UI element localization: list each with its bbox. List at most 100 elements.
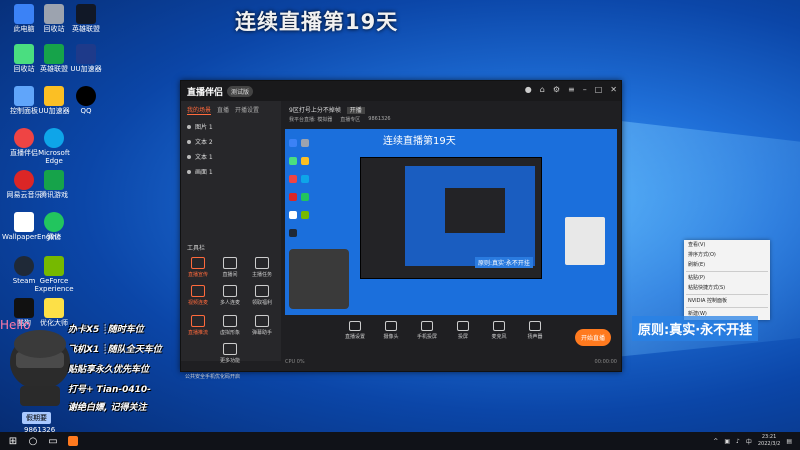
eye-icon[interactable] bbox=[187, 124, 191, 129]
desktop-icon[interactable]: GeForce Experience bbox=[32, 254, 76, 298]
preview-canvas[interactable]: 连续直播第19天 原则:真实·永不开挂 bbox=[285, 129, 617, 315]
tool-button[interactable]: 领取福利 bbox=[247, 285, 277, 306]
mini-icon bbox=[301, 193, 309, 201]
wechat-icon bbox=[44, 212, 64, 232]
microphone-icon bbox=[493, 321, 505, 331]
nested-canvas bbox=[405, 166, 535, 266]
settings-icon[interactable]: ⚙ bbox=[553, 85, 560, 94]
overlay-line: 飞机X1 ┊随队全天车位 bbox=[68, 345, 162, 355]
speaker-button[interactable]: 扬声器 bbox=[525, 319, 545, 340]
tab-scene[interactable]: 我的场景 bbox=[187, 105, 212, 115]
layer-item[interactable]: 图片 1 bbox=[181, 119, 281, 134]
notification-icon[interactable]: ▤ bbox=[786, 438, 792, 445]
control-panel-icon bbox=[14, 86, 34, 106]
tool-button[interactable]: 直播宣传 bbox=[183, 257, 213, 278]
tool-button[interactable]: 主播任务 bbox=[247, 257, 277, 278]
document-icon bbox=[14, 212, 34, 232]
nvidia-icon bbox=[44, 256, 64, 276]
overlay-line: 谢绝白嫖, 记得关注 bbox=[68, 403, 147, 413]
start-live-button[interactable]: 开始直播 bbox=[575, 329, 612, 346]
streamer-nickname: 假期要 bbox=[22, 412, 51, 424]
tab-settings[interactable]: 开播设置 bbox=[235, 105, 259, 115]
task-view-icon[interactable]: ▭ bbox=[46, 434, 60, 448]
stream-title-overlay: 连续直播第19天 bbox=[235, 10, 399, 34]
canvas-title: 连续直播第19天 bbox=[383, 136, 456, 147]
menu-item[interactable]: 查看(V) bbox=[684, 240, 770, 250]
chevron-up-icon[interactable]: ^ bbox=[713, 438, 718, 445]
desktop-icon[interactable]: Microsoft Edge bbox=[32, 126, 76, 170]
close-icon[interactable]: ✕ bbox=[610, 85, 617, 94]
ime-indicator[interactable]: 中 bbox=[746, 437, 752, 446]
eye-icon[interactable] bbox=[187, 154, 191, 159]
edge-icon bbox=[44, 128, 64, 148]
preview-title: 9区打号上分不掉帧 开播 bbox=[289, 105, 365, 114]
menu-icon[interactable]: ≡ bbox=[568, 85, 575, 94]
search-icon[interactable]: ○ bbox=[26, 434, 40, 448]
volume-icon[interactable]: ♪ bbox=[736, 438, 740, 445]
preview-badge[interactable]: 开播 bbox=[346, 107, 365, 114]
windows-start-icon[interactable]: ⊞ bbox=[6, 434, 20, 448]
tool-button[interactable]: 直播间 bbox=[215, 257, 245, 278]
minimize-icon[interactable]: – bbox=[583, 85, 587, 94]
preview-meta: 我平台直播: 模拟器 直播专区 9861326 bbox=[289, 116, 391, 123]
desktop-icon[interactable]: UU加速器 bbox=[64, 42, 108, 86]
mini-icon bbox=[289, 193, 297, 201]
canvas-principle-badge: 原则:真实·永不开挂 bbox=[475, 257, 533, 268]
tool-button[interactable]: 视频连麦 bbox=[183, 285, 213, 306]
menu-item[interactable]: 排序方式(O) bbox=[684, 250, 770, 260]
layer-item[interactable]: 文本 2 bbox=[181, 134, 281, 149]
app-icon bbox=[14, 298, 34, 318]
gift-icon[interactable]: ⌂ bbox=[540, 85, 545, 94]
divider bbox=[686, 271, 768, 272]
tools-title: 工具栏 bbox=[187, 245, 206, 252]
microphone-button[interactable]: 麦克风 bbox=[489, 319, 509, 340]
menu-item[interactable]: 粘贴快捷方式(S) bbox=[684, 283, 770, 293]
more-icon bbox=[223, 343, 237, 355]
desktop-icon[interactable]: 微信 bbox=[32, 210, 76, 254]
avatar-icon[interactable]: ● bbox=[525, 85, 532, 94]
live-app-taskbar-icon[interactable] bbox=[66, 434, 80, 448]
window-controls: ● ⌂ ⚙ ≡ – □ ✕ bbox=[525, 85, 617, 94]
multi-link-icon bbox=[223, 285, 237, 297]
tool-button[interactable]: 多人连麦 bbox=[215, 285, 245, 306]
desktop-icon[interactable]: 英雄联盟 bbox=[64, 2, 108, 46]
app-icon bbox=[44, 86, 64, 106]
principle-banner: 原则:真实·永不开挂 bbox=[632, 316, 759, 341]
live-settings-button[interactable]: 直播设置 bbox=[345, 319, 365, 340]
eye-icon[interactable] bbox=[187, 169, 191, 174]
tab-live[interactable]: 直播 bbox=[217, 105, 229, 115]
menu-item[interactable]: NVIDIA 控制面板 bbox=[684, 296, 770, 306]
promo-icon bbox=[191, 257, 205, 269]
app-logo: 直播伴侣 bbox=[187, 87, 224, 98]
tool-button[interactable]: 更多功能 bbox=[215, 343, 245, 364]
tool-button[interactable]: 弹幕助手 bbox=[247, 315, 277, 336]
phone-cast-button[interactable]: 手机投屏 bbox=[417, 319, 437, 340]
bottom-toolbar: 直播设置 摄像头 手机投屏 投屏 麦克风 扬声器 bbox=[285, 319, 621, 351]
desktop-icon[interactable]: QQ bbox=[64, 84, 108, 128]
menu-item[interactable]: 刷新(E) bbox=[684, 260, 770, 270]
app-icon bbox=[44, 44, 64, 64]
scene-panel: 我的场景 直播 开播设置 图片 1 文本 2 文本 1 画面 1 工具栏 直播宣… bbox=[181, 101, 281, 380]
clock[interactable]: 23:21 2022/3/2 bbox=[758, 434, 780, 448]
tool-button[interactable]: 虚拟形象 bbox=[215, 315, 245, 336]
desktop-context-menu: 查看(V) 排序方式(O) 刷新(E) 粘贴(P) 粘贴快捷方式(S) NVID… bbox=[684, 240, 770, 320]
divider bbox=[686, 294, 768, 295]
footer-hint: 公共安全手机优化码开启 bbox=[185, 374, 241, 380]
desktop-icon[interactable]: 腾讯游戏 bbox=[32, 168, 76, 212]
network-icon[interactable]: ▣ bbox=[724, 438, 730, 445]
push-icon bbox=[191, 315, 205, 327]
layer-item[interactable]: 画面 1 bbox=[181, 164, 281, 179]
live-app-window: 直播伴侣 测试版 ● ⌂ ⚙ ≡ – □ ✕ 我的场景 直播 开播设置 图片 1… bbox=[180, 80, 622, 380]
eye-icon[interactable] bbox=[187, 139, 191, 144]
tool-button[interactable]: 直播推流 bbox=[183, 315, 213, 336]
cast-button[interactable]: 投屏 bbox=[453, 319, 473, 340]
menu-item[interactable]: 粘贴(P) bbox=[684, 273, 770, 283]
layer-item[interactable]: 文本 1 bbox=[181, 149, 281, 164]
version-badge[interactable]: 测试版 bbox=[227, 85, 254, 97]
camera-button[interactable]: 摄像头 bbox=[381, 319, 401, 340]
gift-box-icon bbox=[255, 285, 269, 297]
maximize-icon[interactable]: □ bbox=[595, 85, 603, 94]
overlay-line: 办卡X5 ┊随时车位 bbox=[68, 325, 144, 335]
mini-icon bbox=[301, 139, 309, 147]
monitor-icon bbox=[349, 321, 361, 331]
